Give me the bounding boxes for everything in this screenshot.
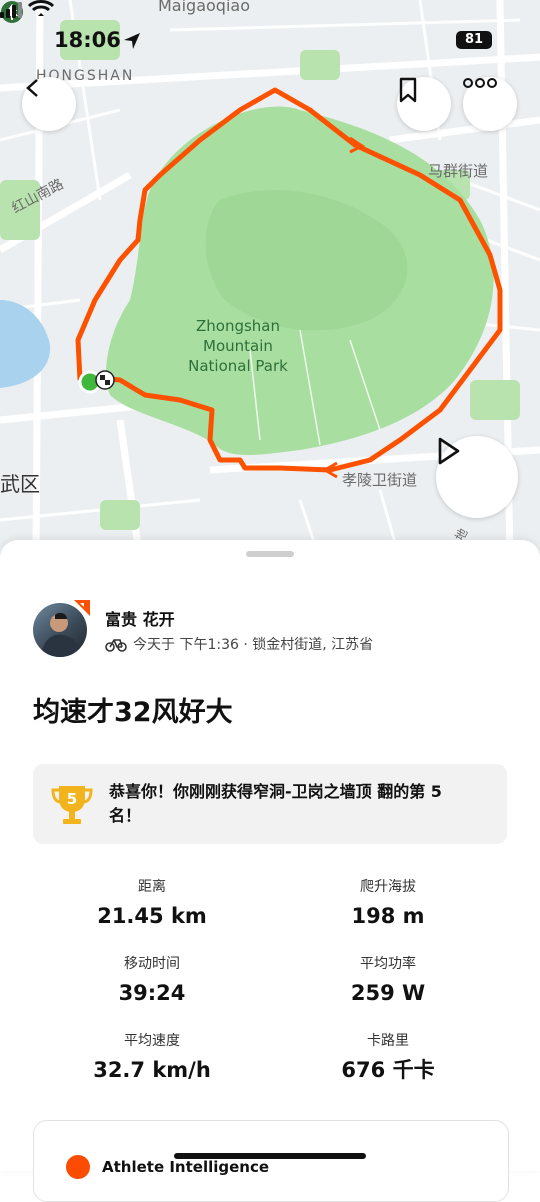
- map-label-xiaoling-street: 孝陵卫街道: [342, 471, 418, 489]
- play-flyover-button[interactable]: [436, 436, 518, 518]
- route-map[interactable]: Maigaoqiao HONGSHAN 红山南路 马群街道 孝陵卫街道 武区 地…: [0, 0, 540, 560]
- sheet-grabber[interactable]: [246, 551, 294, 557]
- activity-sheet: 富贵 花开 今天于 下午1:36 · 锁金村街道, 江苏省 均速才32风好大 5…: [0, 540, 540, 1202]
- activity-title: 均速才32风好大: [33, 697, 233, 728]
- status-time: 18:06: [54, 28, 121, 52]
- play-icon: [438, 437, 460, 465]
- map-label-district: 武区: [0, 472, 40, 496]
- stat-label: 距离: [138, 879, 166, 895]
- stat-value: 259 W: [350, 981, 426, 1005]
- stat-moving-time: 移动时间 39:24: [32, 955, 272, 1007]
- stat-label: 平均速度: [124, 1033, 180, 1049]
- stat-label: 爬升海拔: [360, 879, 416, 895]
- battery-level: 81: [456, 31, 492, 49]
- athlete-intelligence-card[interactable]: Athlete Intelligence: [33, 1120, 509, 1202]
- signal-wifi-icons: [0, 0, 55, 18]
- bookmark-button[interactable]: [397, 77, 451, 131]
- chevron-left-icon: [26, 79, 38, 97]
- athlete-intelligence-title: Athlete Intelligence: [102, 1158, 270, 1176]
- back-button[interactable]: [22, 77, 76, 131]
- stat-label: 移动时间: [124, 956, 180, 972]
- achievement-banner[interactable]: 5 恭喜你！你刚刚获得窄洞-卫岗之墙顶 翻的第 5 名！: [33, 764, 507, 844]
- athlete-intelligence-icon: [66, 1155, 90, 1179]
- activity-meta: 今天于 下午1:36 · 锁金村街道, 江苏省: [105, 634, 373, 654]
- stat-value: 32.7 km/h: [93, 1058, 211, 1082]
- home-indicator: [174, 1153, 366, 1159]
- map-label-maqun-street: 马群街道: [428, 162, 489, 180]
- subscriber-badge-icon: [74, 600, 90, 616]
- park-name-text: Zhongshan Mountain National Park: [188, 317, 288, 375]
- bookmark-icon: [399, 77, 417, 103]
- stat-label: 平均功率: [360, 956, 416, 972]
- stat-avg-power: 平均功率 259 W: [268, 955, 508, 1007]
- park-name: Zhongshan Mountain National Park: [168, 316, 308, 376]
- stat-avg-speed: 平均速度 32.7 km/h: [32, 1032, 272, 1084]
- map-label-maigaoqiao: Maigaoqiao: [158, 0, 250, 15]
- activity-meta-text: 今天于 下午1:36 · 锁金村街道, 江苏省: [133, 637, 374, 653]
- location-arrow-icon: [124, 33, 140, 49]
- achievement-text: 恭喜你！你刚刚获得窄洞-卫岗之墙顶 翻的第 5 名！: [109, 782, 442, 825]
- stat-value: 21.45 km: [97, 904, 207, 928]
- more-button[interactable]: [463, 77, 517, 131]
- stat-elevation: 爬升海拔 198 m: [268, 878, 508, 930]
- stat-value: 39:24: [118, 981, 186, 1005]
- stat-value: 198 m: [351, 904, 425, 928]
- trophy-rank: 5: [67, 790, 77, 808]
- trophy-icon: 5: [51, 786, 93, 824]
- bike-icon: [105, 639, 127, 652]
- stat-label: 卡路里: [367, 1033, 409, 1049]
- stat-value: 676 千卡: [341, 1058, 435, 1082]
- more-icon: [463, 78, 497, 88]
- stat-distance: 距离 21.45 km: [32, 878, 272, 930]
- athlete-name[interactable]: 富贵 花开: [105, 606, 175, 630]
- stat-calories: 卡路里 676 千卡: [268, 1032, 508, 1084]
